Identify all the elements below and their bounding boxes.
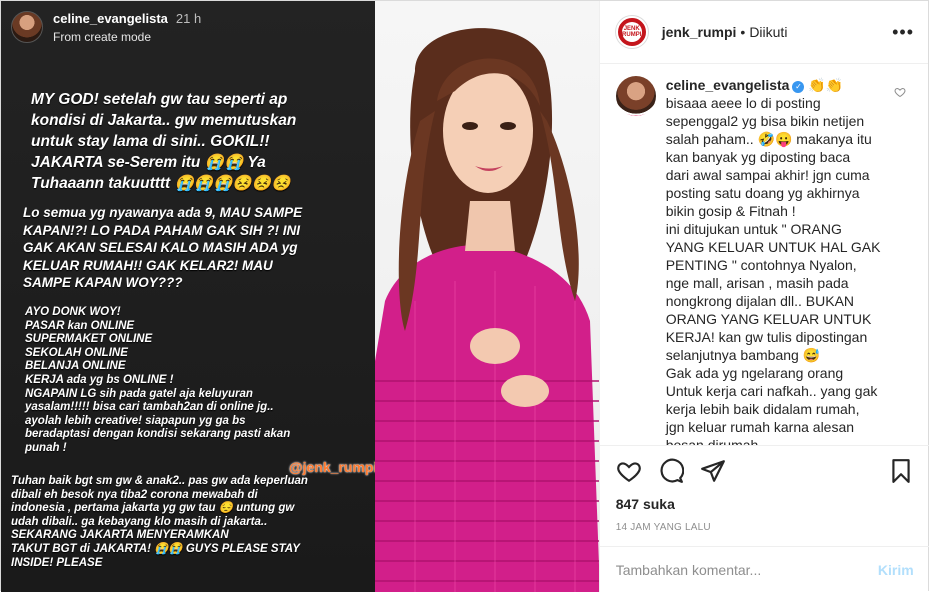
caption-avatar[interactable] <box>615 76 656 116</box>
post-comment-button[interactable]: Kirim <box>878 562 914 578</box>
bookmark-icon[interactable] <box>888 458 914 484</box>
story-avatar <box>11 11 43 43</box>
caption-text: bisaaa aeee lo di posting sepenggal2 yg … <box>665 95 881 445</box>
watermark: @jenk_rumpi <box>289 459 378 475</box>
follow-status-button[interactable]: Diikuti <box>749 24 787 40</box>
comment-input[interactable] <box>615 561 878 578</box>
story-username: celine_evangelista <box>53 11 168 26</box>
header-username[interactable]: jenk_rumpi <box>662 24 737 40</box>
story-text-block-3: AYO DONK WOY! PASAR kan ONLINE SUPERMAKE… <box>25 306 291 454</box>
caption-username[interactable]: celine_evangelista <box>666 77 790 93</box>
instagram-post: celine_evangelista 21 h From create mode … <box>0 0 929 592</box>
small-heart-icon[interactable] <box>894 86 906 98</box>
account-avatar[interactable]: JENK RUMPI <box>615 16 648 48</box>
post-side-panel: JENK RUMPI jenk_rumpi • Diikuti ••• celi… <box>598 1 929 592</box>
caption-emojis: 👏👏 <box>808 77 844 93</box>
comment-icon[interactable] <box>658 458 684 484</box>
action-icons <box>616 446 914 496</box>
story-meta: celine_evangelista 21 h From create mode <box>53 10 201 44</box>
post-media[interactable]: celine_evangelista 21 h From create mode … <box>1 1 599 592</box>
comments-area[interactable]: celine_evangelista ✓ 👏👏 bisaaa aeee lo di… <box>600 64 929 445</box>
story-header: celine_evangelista 21 h From create mode <box>11 10 201 44</box>
verified-badge-icon: ✓ <box>792 81 805 93</box>
portrait-illustration <box>375 28 599 592</box>
story-subtitle: From create mode <box>53 30 152 44</box>
header-separator: • <box>740 24 746 40</box>
more-options-icon[interactable]: ••• <box>892 23 914 41</box>
caption-body: celine_evangelista ✓ 👏👏 bisaaa aeee lo di… <box>666 76 898 445</box>
likes-count[interactable]: 847 suka <box>616 496 914 512</box>
story-time: 21 h <box>175 11 202 26</box>
action-bar: 847 suka 14 JAM YANG LALU <box>599 445 929 533</box>
post-header: JENK RUMPI jenk_rumpi • Diikuti ••• <box>599 1 928 64</box>
story-text-block-1: MY GOD! setelah gw tau seperti ap kondis… <box>31 91 297 192</box>
portrait-photo <box>375 1 599 592</box>
caption-row: celine_evangelista ✓ 👏👏 bisaaa aeee lo di… <box>615 76 914 445</box>
story-text-block-4: Tuhan baik bgt sm gw & anak2.. pas gw ad… <box>11 475 308 569</box>
heart-icon[interactable] <box>616 458 642 484</box>
story-text-block-2: Lo semua yg nyawanya ada 9, MAU SAMPE KA… <box>23 205 303 290</box>
share-icon[interactable] <box>700 458 726 484</box>
logo-text: JENK RUMPI <box>621 22 642 42</box>
story-screenshot: celine_evangelista 21 h From create mode … <box>1 1 378 592</box>
post-time[interactable]: 14 JAM YANG LALU <box>616 522 914 533</box>
add-comment-bar: Kirim <box>599 546 929 592</box>
